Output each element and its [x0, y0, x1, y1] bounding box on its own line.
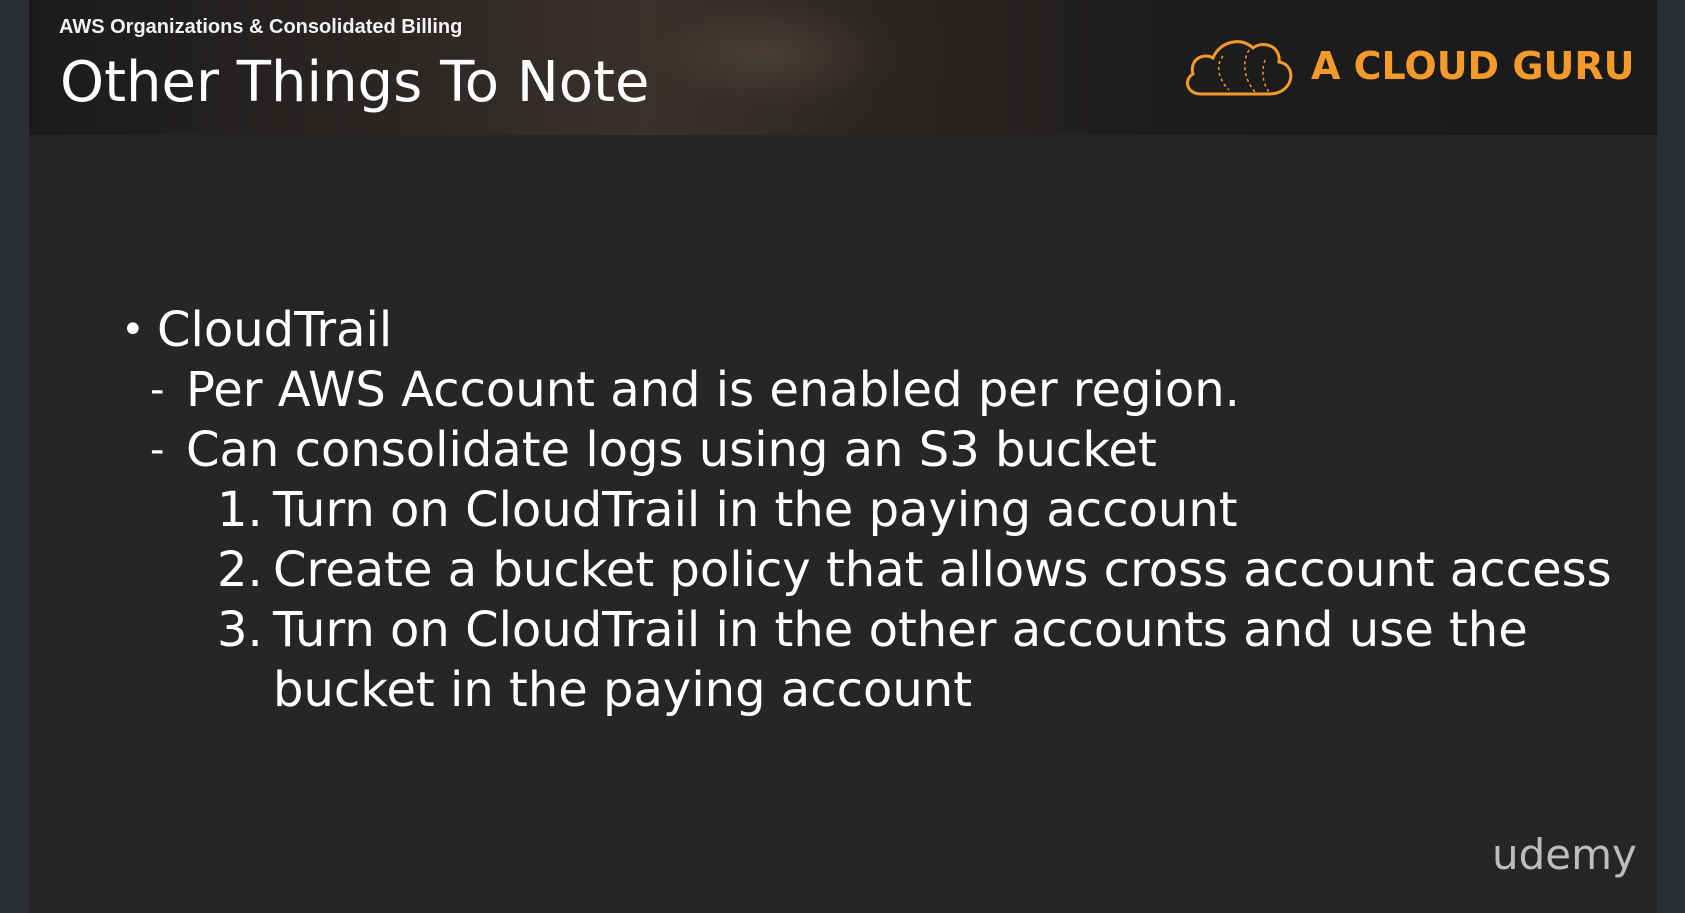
slide-body: • CloudTrail - Per AWS Account and is en…	[29, 0, 1657, 913]
bullet-cloudtrail: CloudTrail	[157, 302, 393, 358]
video-frame: AWS Organizations & Consolidated Billing…	[0, 0, 1685, 913]
dash-marker: -	[150, 427, 165, 473]
udemy-watermark: udemy	[1492, 830, 1637, 879]
step-text-continuation: bucket in the paying account	[273, 662, 973, 718]
slide: AWS Organizations & Consolidated Billing…	[29, 0, 1657, 913]
step-number: 3.	[217, 602, 263, 658]
step-text: Create a bucket policy that allows cross…	[273, 542, 1612, 598]
dash-marker: -	[150, 367, 165, 413]
step-number: 2.	[217, 542, 263, 598]
step-number: 1.	[217, 482, 263, 538]
bullet-marker: •	[121, 307, 145, 353]
step-text: Turn on CloudTrail in the other accounts…	[273, 602, 1528, 658]
step-text: Turn on CloudTrail in the paying account	[273, 482, 1238, 538]
sub-item: Can consolidate logs using an S3 bucket	[186, 422, 1157, 478]
sub-item: Per AWS Account and is enabled per regio…	[186, 362, 1240, 418]
